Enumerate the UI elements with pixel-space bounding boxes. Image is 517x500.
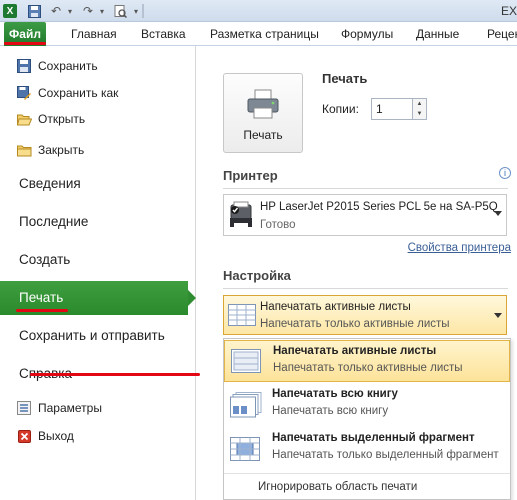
printer-dropdown[interactable]: HP LaserJet P2015 Series PCL 5e на SA-P5… (223, 194, 507, 236)
ignore-print-area-option[interactable]: Игнорировать область печати (224, 473, 510, 499)
print-panel: Печать Печать Копии: 1 ▲ ▼ Принтер i HP L… (197, 46, 517, 500)
tab-review[interactable]: Рецен (487, 22, 517, 46)
ribbon-tabs: Файл Главная Вставка Разметка страницы Ф… (0, 22, 517, 46)
print-button-label: Печать (243, 128, 283, 142)
tab-data[interactable]: Данные (416, 22, 459, 46)
title-bar: X ↶ ▾ ↷ ▾ ▾ EX (0, 0, 517, 22)
option-title: Напечатать всю книгу (272, 388, 398, 400)
nav-tab-recent[interactable]: Последние (0, 205, 196, 239)
close-folder-icon (16, 142, 32, 158)
printer-status: Готово (260, 219, 296, 231)
nav-tab-info[interactable]: Сведения (0, 167, 196, 201)
option-subtitle: Напечатать только активные листы (273, 362, 463, 374)
nav-options-label: Параметры (38, 401, 102, 415)
option-subtitle: Напечатать только выделенный фрагмент (272, 449, 499, 461)
nav-open[interactable]: Открыть (16, 107, 85, 131)
nav-save-as-label: Сохранить как (38, 86, 119, 100)
chevron-down-icon (494, 211, 502, 216)
workbook-option-highlight (30, 373, 200, 376)
nav-exit[interactable]: Выход (16, 424, 74, 448)
printer-divider (223, 188, 508, 189)
settings-heading: Настройка (223, 268, 291, 283)
backstage-nav: Сохранить Сохранить как Открыть Закрыть … (0, 46, 196, 500)
redo-dropdown-icon[interactable]: ▾ (94, 3, 110, 19)
save-as-icon (16, 85, 32, 101)
option-selection[interactable]: Напечатать выделенный фрагмент Напечатат… (224, 428, 510, 470)
tab-formulas[interactable]: Формулы (341, 22, 393, 46)
selection-icon (230, 437, 260, 461)
settings-divider (223, 288, 508, 289)
print-button[interactable]: Печать (223, 73, 303, 153)
chevron-down-icon (494, 313, 502, 318)
option-entire-workbook[interactable]: Напечатать всю книгу Напечатать всю книг… (224, 384, 510, 426)
excel-logo-icon: X (3, 4, 17, 18)
options-icon (16, 400, 32, 416)
toolbar-separator (142, 4, 144, 18)
active-sheets-icon (231, 349, 261, 373)
copies-label: Копии: (322, 102, 359, 116)
printer-heading: Принтер (223, 168, 278, 183)
file-tab-highlight (4, 42, 46, 45)
nav-save-as[interactable]: Сохранить как (16, 81, 118, 105)
undo-dropdown-icon[interactable]: ▾ (62, 3, 78, 19)
copies-spinner[interactable]: ▲ ▼ (413, 98, 427, 120)
print-tab-highlight (16, 309, 68, 312)
option-title: Напечатать активные листы (273, 345, 437, 357)
option-title: Напечатать выделенный фрагмент (272, 432, 475, 444)
nav-tab-save-send[interactable]: Сохранить и отправить (0, 319, 196, 353)
print-scope-menu: Напечатать активные листы Напечатать тол… (223, 338, 511, 500)
info-icon[interactable]: i (499, 167, 511, 179)
selected-option-title: Напечатать активные листы (260, 301, 411, 313)
save-icon[interactable] (26, 3, 42, 19)
print-heading: Печать (322, 71, 368, 86)
nav-save-label: Сохранить (38, 59, 98, 73)
printer-device-icon (227, 201, 257, 234)
tab-home[interactable]: Главная (71, 22, 117, 46)
tab-page-layout[interactable]: Разметка страницы (210, 22, 319, 46)
tab-insert[interactable]: Вставка (141, 22, 186, 46)
workbook-icon (230, 392, 262, 418)
printer-name: HP LaserJet P2015 Series PCL 5e на SA-P5… (260, 201, 498, 213)
nav-open-label: Открыть (38, 112, 86, 126)
nav-options[interactable]: Параметры (16, 396, 102, 420)
printer-icon (246, 89, 280, 122)
window-title: EX (500, 4, 517, 18)
copies-input[interactable]: 1 (371, 98, 413, 120)
nav-save[interactable]: Сохранить (16, 54, 98, 78)
open-folder-icon (16, 111, 32, 127)
exit-icon (16, 428, 32, 444)
nav-close[interactable]: Закрыть (16, 138, 84, 162)
nav-exit-label: Выход (38, 429, 74, 443)
option-active-sheets[interactable]: Напечатать активные листы Напечатать тол… (224, 340, 510, 382)
nav-close-label: Закрыть (38, 143, 85, 157)
print-scope-dropdown[interactable]: Напечатать активные листы Напечатать тол… (223, 295, 507, 335)
selected-option-subtitle: Напечатать только активные листы (260, 318, 450, 330)
active-sheets-icon (228, 304, 258, 328)
nav-tab-new[interactable]: Создать (0, 243, 196, 277)
save-icon (16, 58, 32, 74)
option-subtitle: Напечатать всю книгу (272, 405, 389, 417)
print-preview-icon[interactable] (112, 3, 128, 19)
printer-properties-link[interactable]: Свойства принтера (408, 242, 511, 254)
